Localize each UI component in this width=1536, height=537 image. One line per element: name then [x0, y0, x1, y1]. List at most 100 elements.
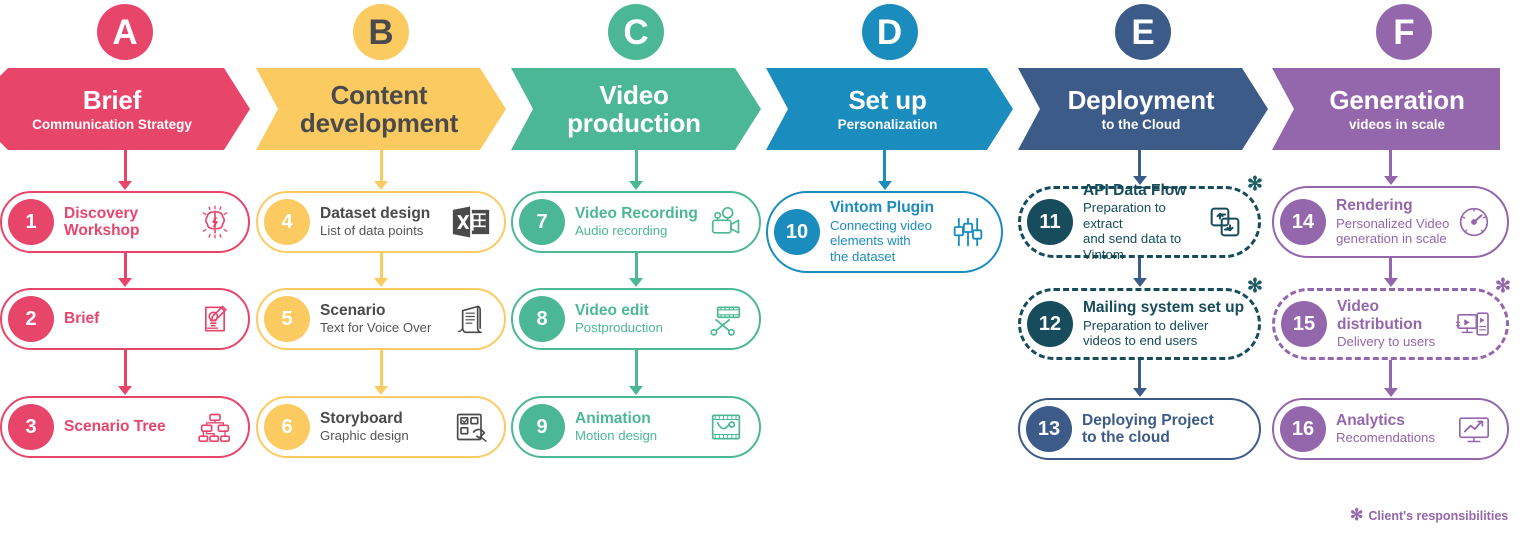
phase-letter-badge-c: C — [608, 4, 664, 60]
workflow-diagram: A Brief Communication Strategy 1 Discovery Wo… — [0, 0, 1536, 537]
step-number-badge: 7 — [519, 199, 565, 245]
step-subtitle: Motion design — [575, 428, 658, 444]
footnote-asterisk-icon: ✻ — [1350, 507, 1364, 524]
step-text: Storyboard Graphic design — [320, 410, 460, 444]
step-title: Scenario Tree — [64, 418, 166, 436]
step-title: API Data Flow — [1083, 181, 1187, 199]
phase-header-a: Brief Communication Strategy — [0, 68, 250, 150]
step-card-7[interactable]: 7 Video Recording Audio recording — [511, 191, 761, 253]
spreadsheet-icon — [448, 201, 494, 243]
step-card-15[interactable]: 15 Video distribution Delivery to users — [1272, 288, 1509, 360]
brief-document-icon — [192, 298, 238, 340]
phase-letter-badge-f: F — [1376, 4, 1432, 60]
footnote: ✻ Client's responsibilities — [1350, 508, 1508, 524]
step-number-badge: 15 — [1281, 301, 1327, 347]
film-motion-icon — [703, 406, 749, 448]
step-connector-arrow-5 — [374, 350, 388, 395]
phase-subtitle: Communication Strategy — [32, 116, 192, 132]
script-scroll-icon — [448, 298, 494, 340]
step-title: Video Recording — [575, 205, 698, 223]
client-responsibility-asterisk: ✻ — [1247, 276, 1263, 297]
step-card-3[interactable]: 3 Scenario Tree — [0, 396, 250, 458]
client-responsibility-asterisk: ✻ — [1247, 174, 1263, 195]
step-subtitle: Personalized Video generation in scale — [1336, 215, 1450, 247]
tree-diagram-icon — [192, 406, 238, 448]
step-connector-arrow-15 — [1383, 360, 1398, 397]
brain-icon — [192, 201, 238, 243]
step-card-2[interactable]: 2 Brief — [0, 288, 250, 350]
step-card-1[interactable]: 1 Discovery Workshop — [0, 191, 250, 253]
step-card-4[interactable]: 4 Dataset design List of data points — [256, 191, 506, 253]
phase-title: Deployment — [1067, 85, 1215, 116]
step-title: Discovery Workshop — [64, 204, 140, 239]
step-text: Analytics Recomendations — [1336, 412, 1463, 446]
step-title: Mailing system set up — [1083, 299, 1245, 317]
step-card-10[interactable]: 10 Vintom Plugin Connecting video elements … — [766, 191, 1003, 273]
step-subtitle: Audio recording — [575, 223, 668, 239]
step-subtitle: Postproduction — [575, 320, 663, 336]
step-connector-arrow-11 — [1132, 258, 1147, 287]
step-card-6[interactable]: 6 Storyboard Graphic design — [256, 396, 506, 458]
storyboard-icon — [448, 406, 494, 448]
step-subtitle: Connecting video elements with the dataset — [830, 217, 932, 264]
step-subtitle: List of data points — [320, 223, 424, 239]
step-text: Deploying Project to the cloud — [1082, 412, 1259, 447]
step-number-badge: 16 — [1280, 406, 1326, 452]
step-subtitle: Text for Voice Over — [320, 320, 432, 336]
step-number-badge: 10 — [774, 209, 820, 255]
step-title: Brief — [64, 310, 100, 328]
step-title: Rendering — [1336, 197, 1413, 215]
phase-title: Generation — [1329, 85, 1465, 116]
step-connector-arrow-12 — [1132, 360, 1147, 397]
step-number-badge: 9 — [519, 404, 565, 450]
step-subtitle: Recomendations — [1336, 430, 1435, 446]
step-number-badge: 14 — [1280, 199, 1326, 245]
step-card-16[interactable]: 16 Analytics Recomendations — [1272, 398, 1509, 460]
step-text: API Data Flow Preparation to extract and s… — [1083, 182, 1214, 263]
phase-subtitle: videos in scale — [1348, 116, 1446, 132]
step-number-badge: 1 — [8, 199, 54, 245]
step-number-badge: 2 — [8, 296, 54, 342]
step-card-14[interactable]: 14 Rendering Personalized Video generation … — [1272, 186, 1509, 258]
step-text: Discovery Workshop — [64, 205, 204, 240]
step-text: Video Recording Audio recording — [575, 205, 715, 239]
header-to-card-arrow-d — [877, 150, 892, 190]
step-text: Vintom Plugin Connecting video elements wi… — [830, 199, 957, 264]
phase-letter-badge-b: B — [353, 4, 409, 60]
step-text: Scenario Tree — [64, 418, 204, 435]
step-card-9[interactable]: 9 Animation Motion design — [511, 396, 761, 458]
phase-subtitle: Personalization — [837, 116, 938, 132]
phase-title: Video production — [567, 79, 701, 138]
step-title: Analytics — [1336, 412, 1405, 430]
step-title: Video edit — [575, 302, 649, 320]
header-to-card-arrow-c — [629, 150, 643, 190]
step-text: Rendering Personalized Video generation in… — [1336, 197, 1463, 247]
header-to-card-arrow-a — [118, 150, 132, 190]
step-title: Animation — [575, 410, 651, 428]
phase-title: Brief — [82, 85, 142, 116]
step-number-badge: 8 — [519, 296, 565, 342]
phase-header-b: Content development — [256, 68, 506, 150]
header-to-card-arrow-b — [374, 150, 388, 190]
analytics-chart-icon — [1451, 408, 1497, 450]
phase-header-e: Deployment to the Cloud — [1018, 68, 1268, 150]
step-card-12[interactable]: 12 Mailing system set up Preparation to de… — [1018, 288, 1261, 360]
phase-title: Set up — [848, 85, 927, 116]
step-title: Video distribution — [1337, 298, 1423, 333]
phase-header-d: Set up Personalization — [766, 68, 1013, 150]
step-card-13[interactable]: 13 Deploying Project to the cloud — [1018, 398, 1261, 460]
step-connector-arrow-14 — [1383, 258, 1398, 287]
step-card-11[interactable]: 11 API Data Flow Preparation to extract and… — [1018, 182, 1261, 262]
step-title: Scenario — [320, 302, 386, 320]
step-card-8[interactable]: 8 Video edit Postproduction — [511, 288, 761, 350]
step-text: Dataset design List of data points — [320, 205, 460, 239]
step-number-badge: 4 — [264, 199, 310, 245]
step-subtitle: Preparation to extract and send data to V… — [1083, 200, 1182, 262]
step-text: Animation Motion design — [575, 410, 715, 444]
step-card-5[interactable]: 5 Scenario Text for Voice Over — [256, 288, 506, 350]
client-responsibility-asterisk: ✻ — [1495, 276, 1511, 297]
phase-header-c: Video production — [511, 68, 761, 150]
phase-letter-badge-e: E — [1115, 4, 1171, 60]
step-text: Mailing system set up Preparation to deli… — [1083, 299, 1258, 349]
step-subtitle: Preparation to deliver videos to end user… — [1083, 317, 1209, 349]
